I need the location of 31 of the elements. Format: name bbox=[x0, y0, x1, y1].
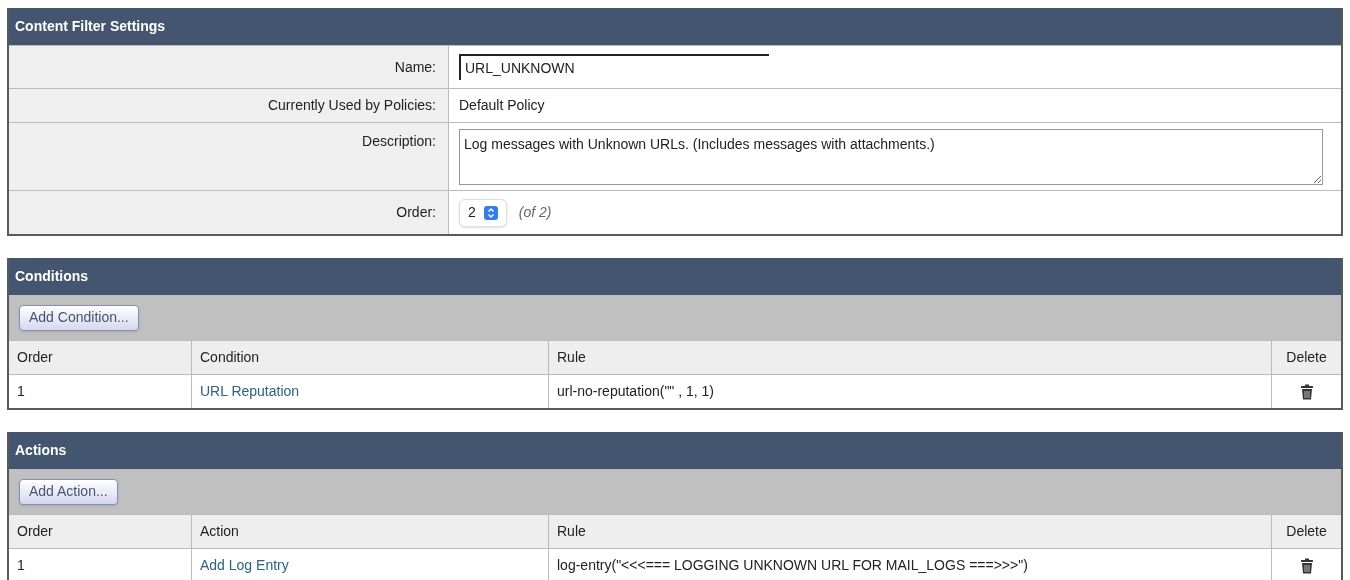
panel-header: Actions bbox=[9, 432, 1341, 469]
panel-header: Content Filter Settings bbox=[9, 8, 1341, 45]
add-button[interactable]: Add Action... bbox=[19, 478, 118, 505]
field-label: Order: bbox=[396, 203, 436, 222]
column-header: Delete bbox=[1271, 514, 1341, 548]
trash-icon[interactable] bbox=[1299, 383, 1314, 400]
field-label: Currently Used by Policies: bbox=[267, 96, 436, 115]
rule-link[interactable]: URL Reputation bbox=[200, 381, 300, 402]
order-select[interactable]: 2 bbox=[459, 198, 507, 227]
order-cell: 1 bbox=[9, 374, 191, 408]
trash-icon[interactable] bbox=[1299, 557, 1314, 574]
column-header: Rule bbox=[548, 514, 1271, 548]
column-header: Rule bbox=[548, 340, 1271, 374]
stepper-icon bbox=[483, 205, 498, 220]
order-count: (of 2) bbox=[518, 203, 552, 222]
field-label: Name: bbox=[394, 57, 436, 77]
add-button[interactable]: Add Condition... bbox=[19, 304, 139, 331]
name-field[interactable]: URL_UNKNOWN bbox=[459, 54, 769, 80]
rule-link[interactable]: Add Log Entry bbox=[200, 555, 289, 576]
column-header: Condition bbox=[191, 340, 548, 374]
rule-cell: url-no-reputation("" , 1, 1) bbox=[548, 374, 1271, 408]
column-header: Action bbox=[191, 514, 548, 548]
field-value: Default Policy bbox=[459, 96, 545, 115]
column-header: Order bbox=[9, 514, 191, 548]
panel-header: Conditions bbox=[9, 258, 1341, 295]
column-header: Delete bbox=[1271, 340, 1341, 374]
column-header: Order bbox=[9, 340, 191, 374]
description-field[interactable]: Log messages with Unknown URLs. (Includes messages with attachments.) bbox=[459, 129, 1323, 185]
rule-cell: log-entry("<<<=== LOGGING UNKNOWN URL FOR MAIL_LOGS ===>>>") bbox=[548, 548, 1271, 580]
order-cell: 1 bbox=[9, 548, 191, 580]
field-label: Description: bbox=[362, 132, 436, 151]
